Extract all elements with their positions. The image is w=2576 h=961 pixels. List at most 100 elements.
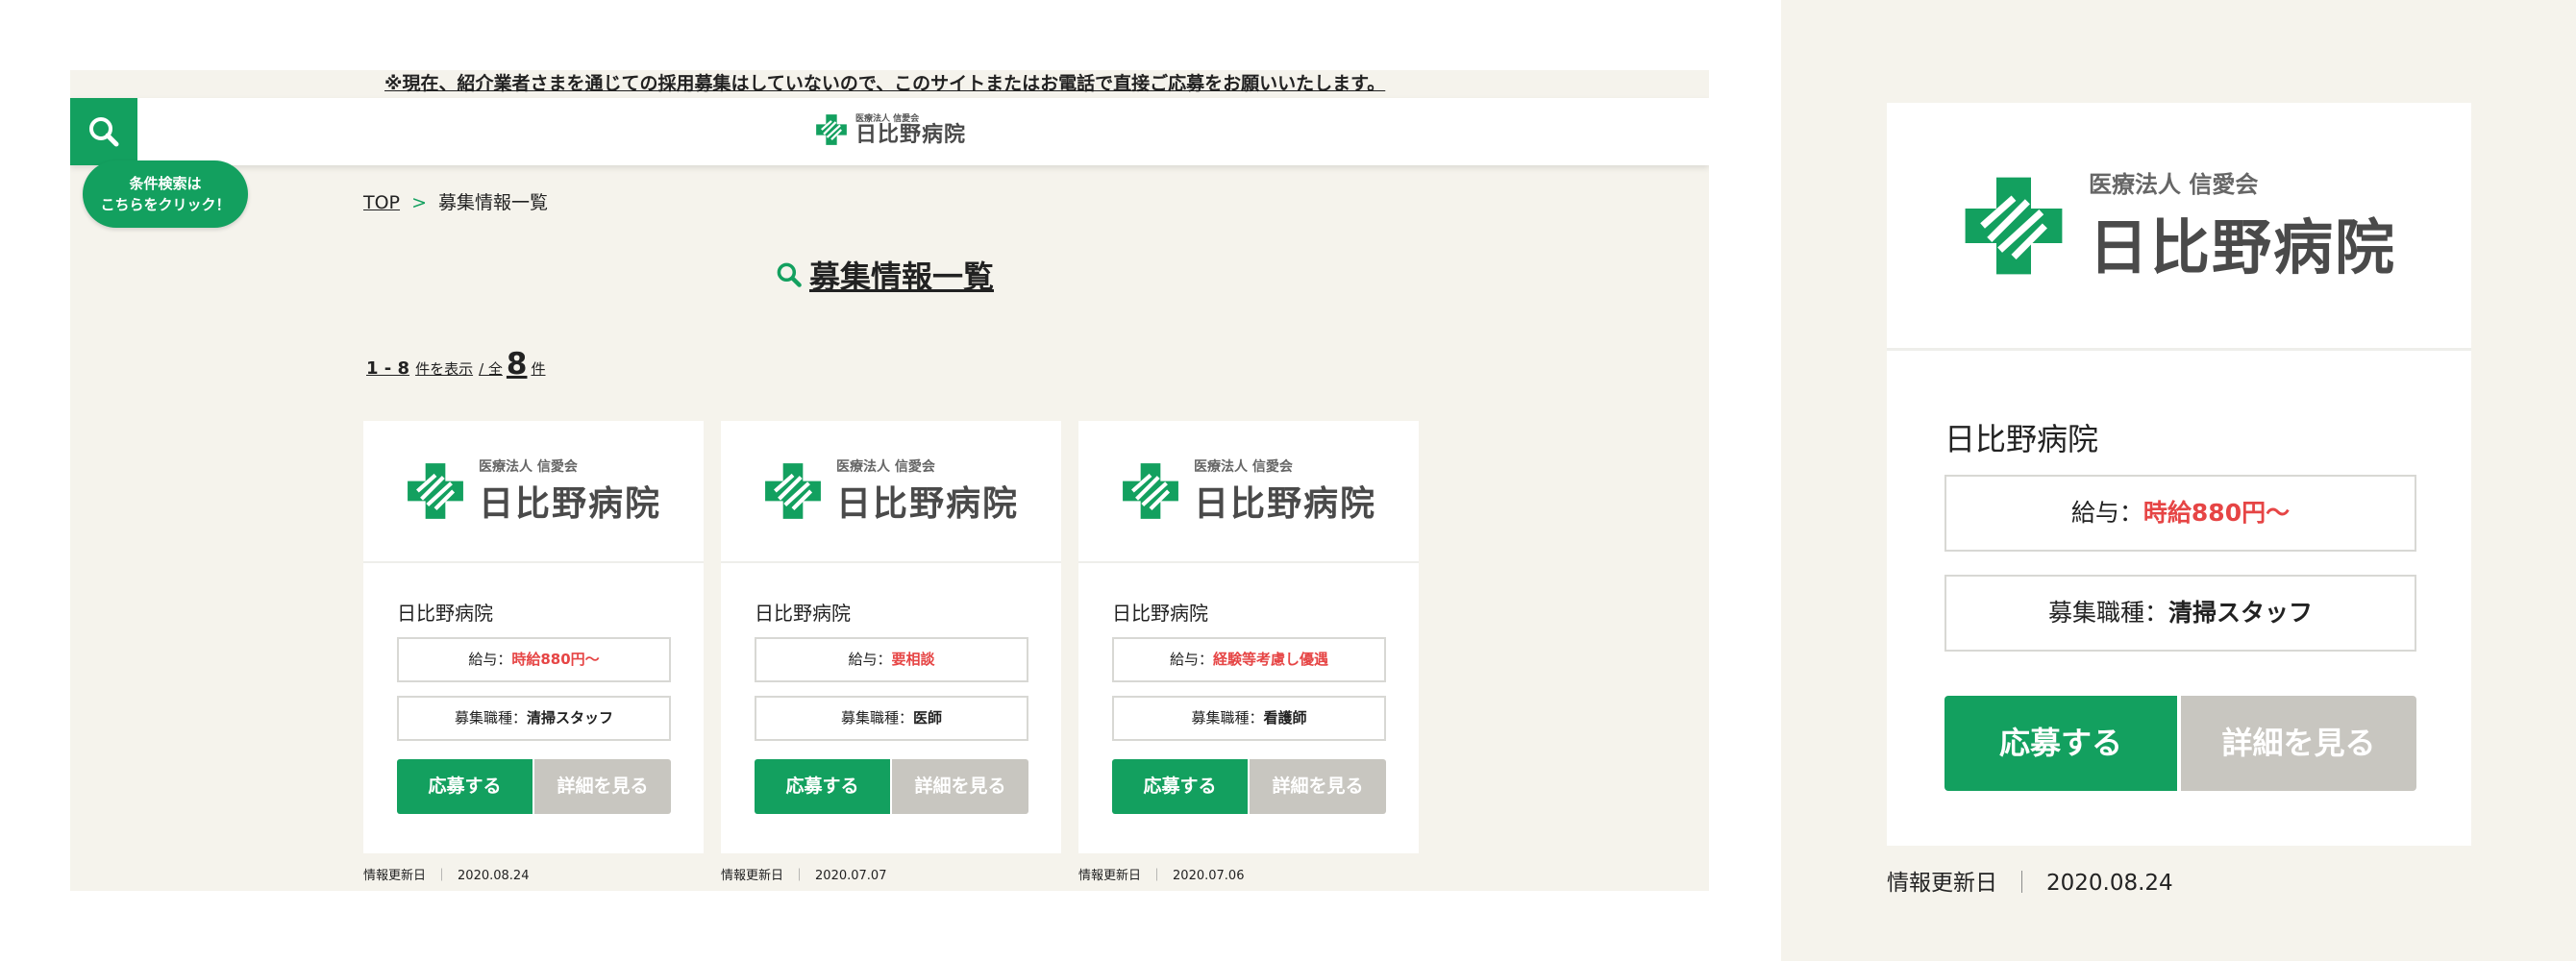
green-cross-logo-icon	[1123, 463, 1178, 519]
card-logo-title: 日比野病院	[478, 484, 661, 524]
recruit-notice[interactable]: ※現在、紹介業者さまを通じての採用募集はしていないので、このサイトまたはお電話で…	[70, 70, 1709, 98]
card-salary: 給与：経験等考慮し優遇	[1112, 637, 1386, 682]
green-cross-logo-icon	[765, 463, 821, 519]
page-title: 募集情報一覧	[775, 253, 994, 297]
job-value: 清掃スタッフ	[2168, 599, 2314, 627]
detail-button[interactable]: 詳細を見る	[1250, 759, 1386, 814]
update-date: 2020.07.06	[1173, 869, 1245, 883]
zoomed-logo-subtitle: 医療法人 信愛会	[2088, 171, 2259, 198]
page-preview: ※現在、紹介業者さまを通じての採用募集はしていないので、このサイトまたはお電話で…	[70, 70, 1709, 891]
card-logo-title: 日比野病院	[1193, 484, 1376, 524]
update-separator: ｜	[2011, 871, 2033, 896]
search-icon	[777, 262, 802, 287]
count-total: 8	[506, 347, 528, 382]
header-logo[interactable]: 医療法人 信愛会 日比野病院	[815, 111, 966, 147]
card-logo: 医療法人 信愛会 日比野病院	[1078, 421, 1419, 563]
zoomed-card-logo: 医療法人 信愛会 日比野病院	[1887, 103, 2471, 351]
card-job-type: 募集職種：清掃スタッフ	[397, 696, 671, 741]
card-logo-subtitle: 医療法人 信愛会	[835, 459, 935, 475]
card-hospital-name: 日比野病院	[755, 602, 851, 625]
salary-value: 要相談	[891, 651, 935, 668]
search-icon	[89, 117, 119, 147]
count-range: 1 - 8	[366, 358, 410, 379]
card-salary: 給与：時給880円〜	[397, 637, 671, 682]
zoomed-job-card[interactable]: 医療法人 信愛会 日比野病院 日比野病院 給与：時給880円〜 募集職種：清掃ス…	[1887, 103, 2471, 846]
condition-search-button[interactable]: 条件検索は こちらをクリック！	[83, 160, 248, 228]
search-button[interactable]	[70, 98, 137, 165]
breadcrumb-current: 募集情報一覧	[438, 192, 549, 213]
job-card-wrapper: 医療法人 信愛会 日比野病院 日比野病院 給与：要相談 募集職種：医師 応募する…	[721, 421, 1061, 883]
job-value: 看護師	[1263, 709, 1307, 727]
job-card-wrapper: 医療法人 信愛会 日比野病院 日比野病院 給与：時給880円〜 募集職種：清掃ス…	[363, 421, 704, 883]
breadcrumb: TOP > 募集情報一覧	[363, 188, 548, 214]
update-label: 情報更新日	[1887, 871, 1997, 896]
apply-button[interactable]: 応募する	[1112, 759, 1248, 814]
job-label: 募集職種：	[840, 709, 913, 727]
card-logo-subtitle: 医療法人 信愛会	[1193, 459, 1293, 475]
salary-label: 給与：	[468, 651, 512, 668]
salary-value: 経験等考慮し優遇	[1213, 651, 1329, 668]
zoomed-salary: 給与：時給880円〜	[1944, 475, 2416, 552]
job-card-list: 医療法人 信愛会 日比野病院 日比野病院 給与：時給880円〜 募集職種：清掃ス…	[363, 421, 1419, 883]
update-separator: ｜	[1151, 869, 1164, 883]
apply-button[interactable]: 応募する	[755, 759, 890, 814]
detail-button[interactable]: 詳細を見る	[534, 759, 671, 814]
salary-label: 給与：	[848, 651, 892, 668]
apply-button[interactable]: 応募する	[397, 759, 533, 814]
detail-button[interactable]: 詳細を見る	[892, 759, 1028, 814]
breadcrumb-top-link[interactable]: TOP	[363, 192, 400, 213]
logo-title: 日比野病院	[855, 123, 967, 147]
card-update-date: 情報更新日 ｜ 2020.07.07	[721, 865, 1061, 883]
card-update-date: 情報更新日 ｜ 2020.08.24	[363, 865, 704, 883]
job-label: 募集職種：	[1191, 709, 1264, 727]
job-value: 医師	[913, 709, 943, 727]
update-label: 情報更新日	[721, 869, 784, 883]
card-hospital-name: 日比野病院	[397, 602, 493, 625]
count-total-prefix: / 全	[479, 360, 503, 378]
update-separator: ｜	[793, 869, 806, 883]
site-header: 医療法人 信愛会 日比野病院	[70, 98, 1709, 165]
card-job-type: 募集職種：医師	[755, 696, 1028, 741]
job-card-wrapper: 医療法人 信愛会 日比野病院 日比野病院 給与：経験等考慮し優遇 募集職種：看護…	[1078, 421, 1419, 883]
update-date: 2020.08.24	[458, 869, 530, 883]
count-range-suffix: 件を表示	[415, 360, 474, 378]
condition-search-line1: 条件検索は	[129, 175, 202, 192]
breadcrumb-separator: >	[411, 192, 427, 213]
card-logo-title: 日比野病院	[835, 484, 1019, 524]
update-label: 情報更新日	[363, 869, 427, 883]
job-value: 清掃スタッフ	[527, 709, 614, 727]
green-cross-logo-icon	[816, 113, 847, 145]
job-card[interactable]: 医療法人 信愛会 日比野病院 日比野病院 給与：時給880円〜 募集職種：清掃ス…	[363, 421, 704, 853]
card-update-date: 情報更新日 ｜ 2020.07.06	[1078, 865, 1419, 883]
zoomed-apply-button[interactable]: 応募する	[1944, 696, 2177, 791]
card-logo: 医療法人 信愛会 日比野病院	[721, 421, 1061, 563]
card-logo-subtitle: 医療法人 信愛会	[478, 459, 578, 475]
zoomed-job-type: 募集職種：清掃スタッフ	[1944, 575, 2416, 652]
job-label: 募集職種：	[2047, 599, 2168, 627]
zoomed-update-date: 情報更新日 ｜ 2020.08.24	[1887, 864, 2173, 897]
update-date: 2020.07.07	[815, 869, 887, 883]
card-job-type: 募集職種：看護師	[1112, 696, 1386, 741]
count-total-suffix: 件	[531, 360, 546, 378]
salary-value: 時給880円〜	[2143, 499, 2291, 527]
salary-label: 給与：	[1169, 651, 1213, 668]
zoomed-detail-button[interactable]: 詳細を見る	[2181, 696, 2416, 791]
green-cross-logo-icon	[1965, 177, 2063, 274]
salary-label: 給与：	[2070, 499, 2143, 527]
job-card[interactable]: 医療法人 信愛会 日比野病院 日比野病院 給与：要相談 募集職種：医師 応募する…	[721, 421, 1061, 853]
page-title-text: 募集情報一覧	[809, 259, 995, 295]
card-hospital-name: 日比野病院	[1112, 602, 1208, 625]
green-cross-logo-icon	[408, 463, 463, 519]
result-count: 1 - 8 件を表示 / 全 8 件	[366, 347, 546, 382]
card-logo: 医療法人 信愛会 日比野病院	[363, 421, 704, 563]
job-card[interactable]: 医療法人 信愛会 日比野病院 日比野病院 給与：経験等考慮し優遇 募集職種：看護…	[1078, 421, 1419, 853]
condition-search-line2: こちらをクリック！	[100, 196, 231, 213]
salary-value: 時給880円〜	[511, 651, 600, 668]
update-date: 2020.08.24	[2046, 871, 2173, 896]
job-label: 募集職種：	[454, 709, 527, 727]
zoomed-logo-title: 日比野病院	[2088, 212, 2396, 283]
zoomed-hospital-name: 日比野病院	[1944, 421, 2099, 457]
card-salary: 給与：要相談	[755, 637, 1028, 682]
update-label: 情報更新日	[1078, 869, 1142, 883]
update-separator: ｜	[435, 869, 449, 883]
